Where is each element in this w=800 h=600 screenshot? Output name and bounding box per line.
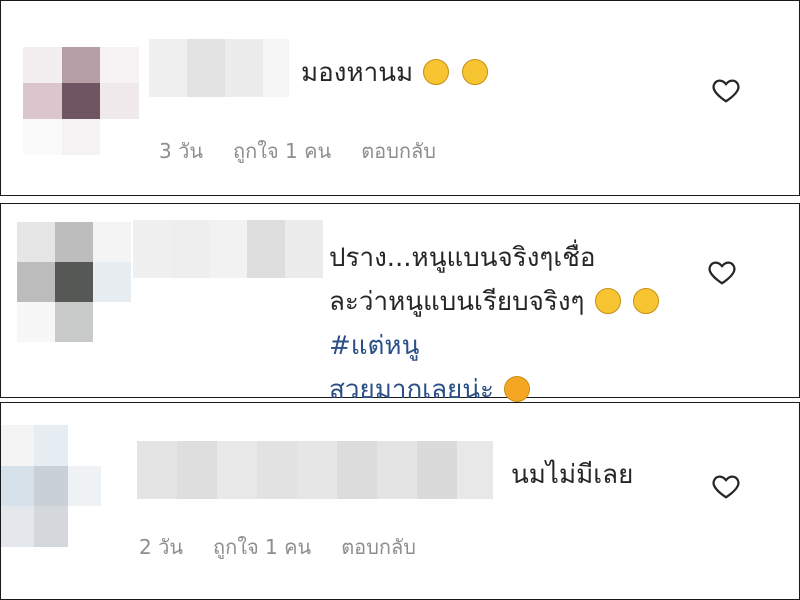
like-count[interactable]: ถูกใจ 1 คน: [213, 531, 311, 563]
username-blurred[interactable]: [133, 220, 323, 278]
comment-text: นมไม่มีเลย: [511, 453, 633, 497]
comment-meta: 2 วัน ถูกใจ 1 คน ตอบกลับ: [139, 531, 416, 563]
heart-outline-icon[interactable]: [711, 471, 741, 501]
comment-line-1: ปราง...หนูแบนจริงๆเชื่อ: [329, 243, 596, 273]
comment-text: ปราง...หนูแบนจริงๆเชื่อ ละว่าหนูแบนเรียบ…: [329, 236, 689, 412]
hashtag-link-continued[interactable]: สวยมากเลยน่ะ: [329, 375, 494, 405]
comment-meta: 3 วัน ถูกใจ 1 คน ตอบกลับ: [159, 135, 436, 167]
avatar[interactable]: [23, 47, 139, 155]
comment-card-3: นมไม่มีเลย 2 วัน ถูกใจ 1 คน ตอบกลับ: [0, 402, 800, 600]
comment-text: มองหานม: [301, 51, 490, 95]
timestamp[interactable]: 2 วัน: [139, 531, 183, 563]
username-blurred[interactable]: [137, 441, 493, 499]
reply-button[interactable]: ตอบกลับ: [341, 531, 416, 563]
timestamp[interactable]: 3 วัน: [159, 135, 203, 167]
hashtag-link[interactable]: #แต่หนู: [329, 331, 419, 361]
tears-of-joy-emoji-icon: [423, 58, 450, 85]
grinning-squinting-emoji-icon: [594, 287, 621, 314]
heart-outline-icon[interactable]: [711, 75, 741, 105]
reply-button[interactable]: ตอบกลับ: [361, 135, 436, 167]
comment-card-2: ปราง...หนูแบนจริงๆเชื่อ ละว่าหนูแบนเรียบ…: [0, 203, 800, 405]
comment-card-1: มองหานม 3 วัน ถูกใจ 1 คน ตอบกลับ: [0, 0, 800, 196]
comment-body: นมไม่มีเลย: [511, 460, 634, 490]
avatar[interactable]: [1, 425, 101, 547]
avatar[interactable]: [17, 222, 131, 342]
username-blurred[interactable]: [149, 39, 289, 97]
like-count[interactable]: ถูกใจ 1 คน: [233, 135, 331, 167]
heart-outline-icon[interactable]: [707, 257, 737, 287]
comment-line-2: ละว่าหนูแบนเรียบจริงๆ: [329, 287, 585, 317]
tears-of-joy-emoji-icon: [461, 58, 488, 85]
smiling-face-emoji-icon: [633, 287, 660, 314]
heart-eyes-emoji-icon: [504, 375, 531, 402]
comment-body: มองหานม: [301, 58, 414, 88]
